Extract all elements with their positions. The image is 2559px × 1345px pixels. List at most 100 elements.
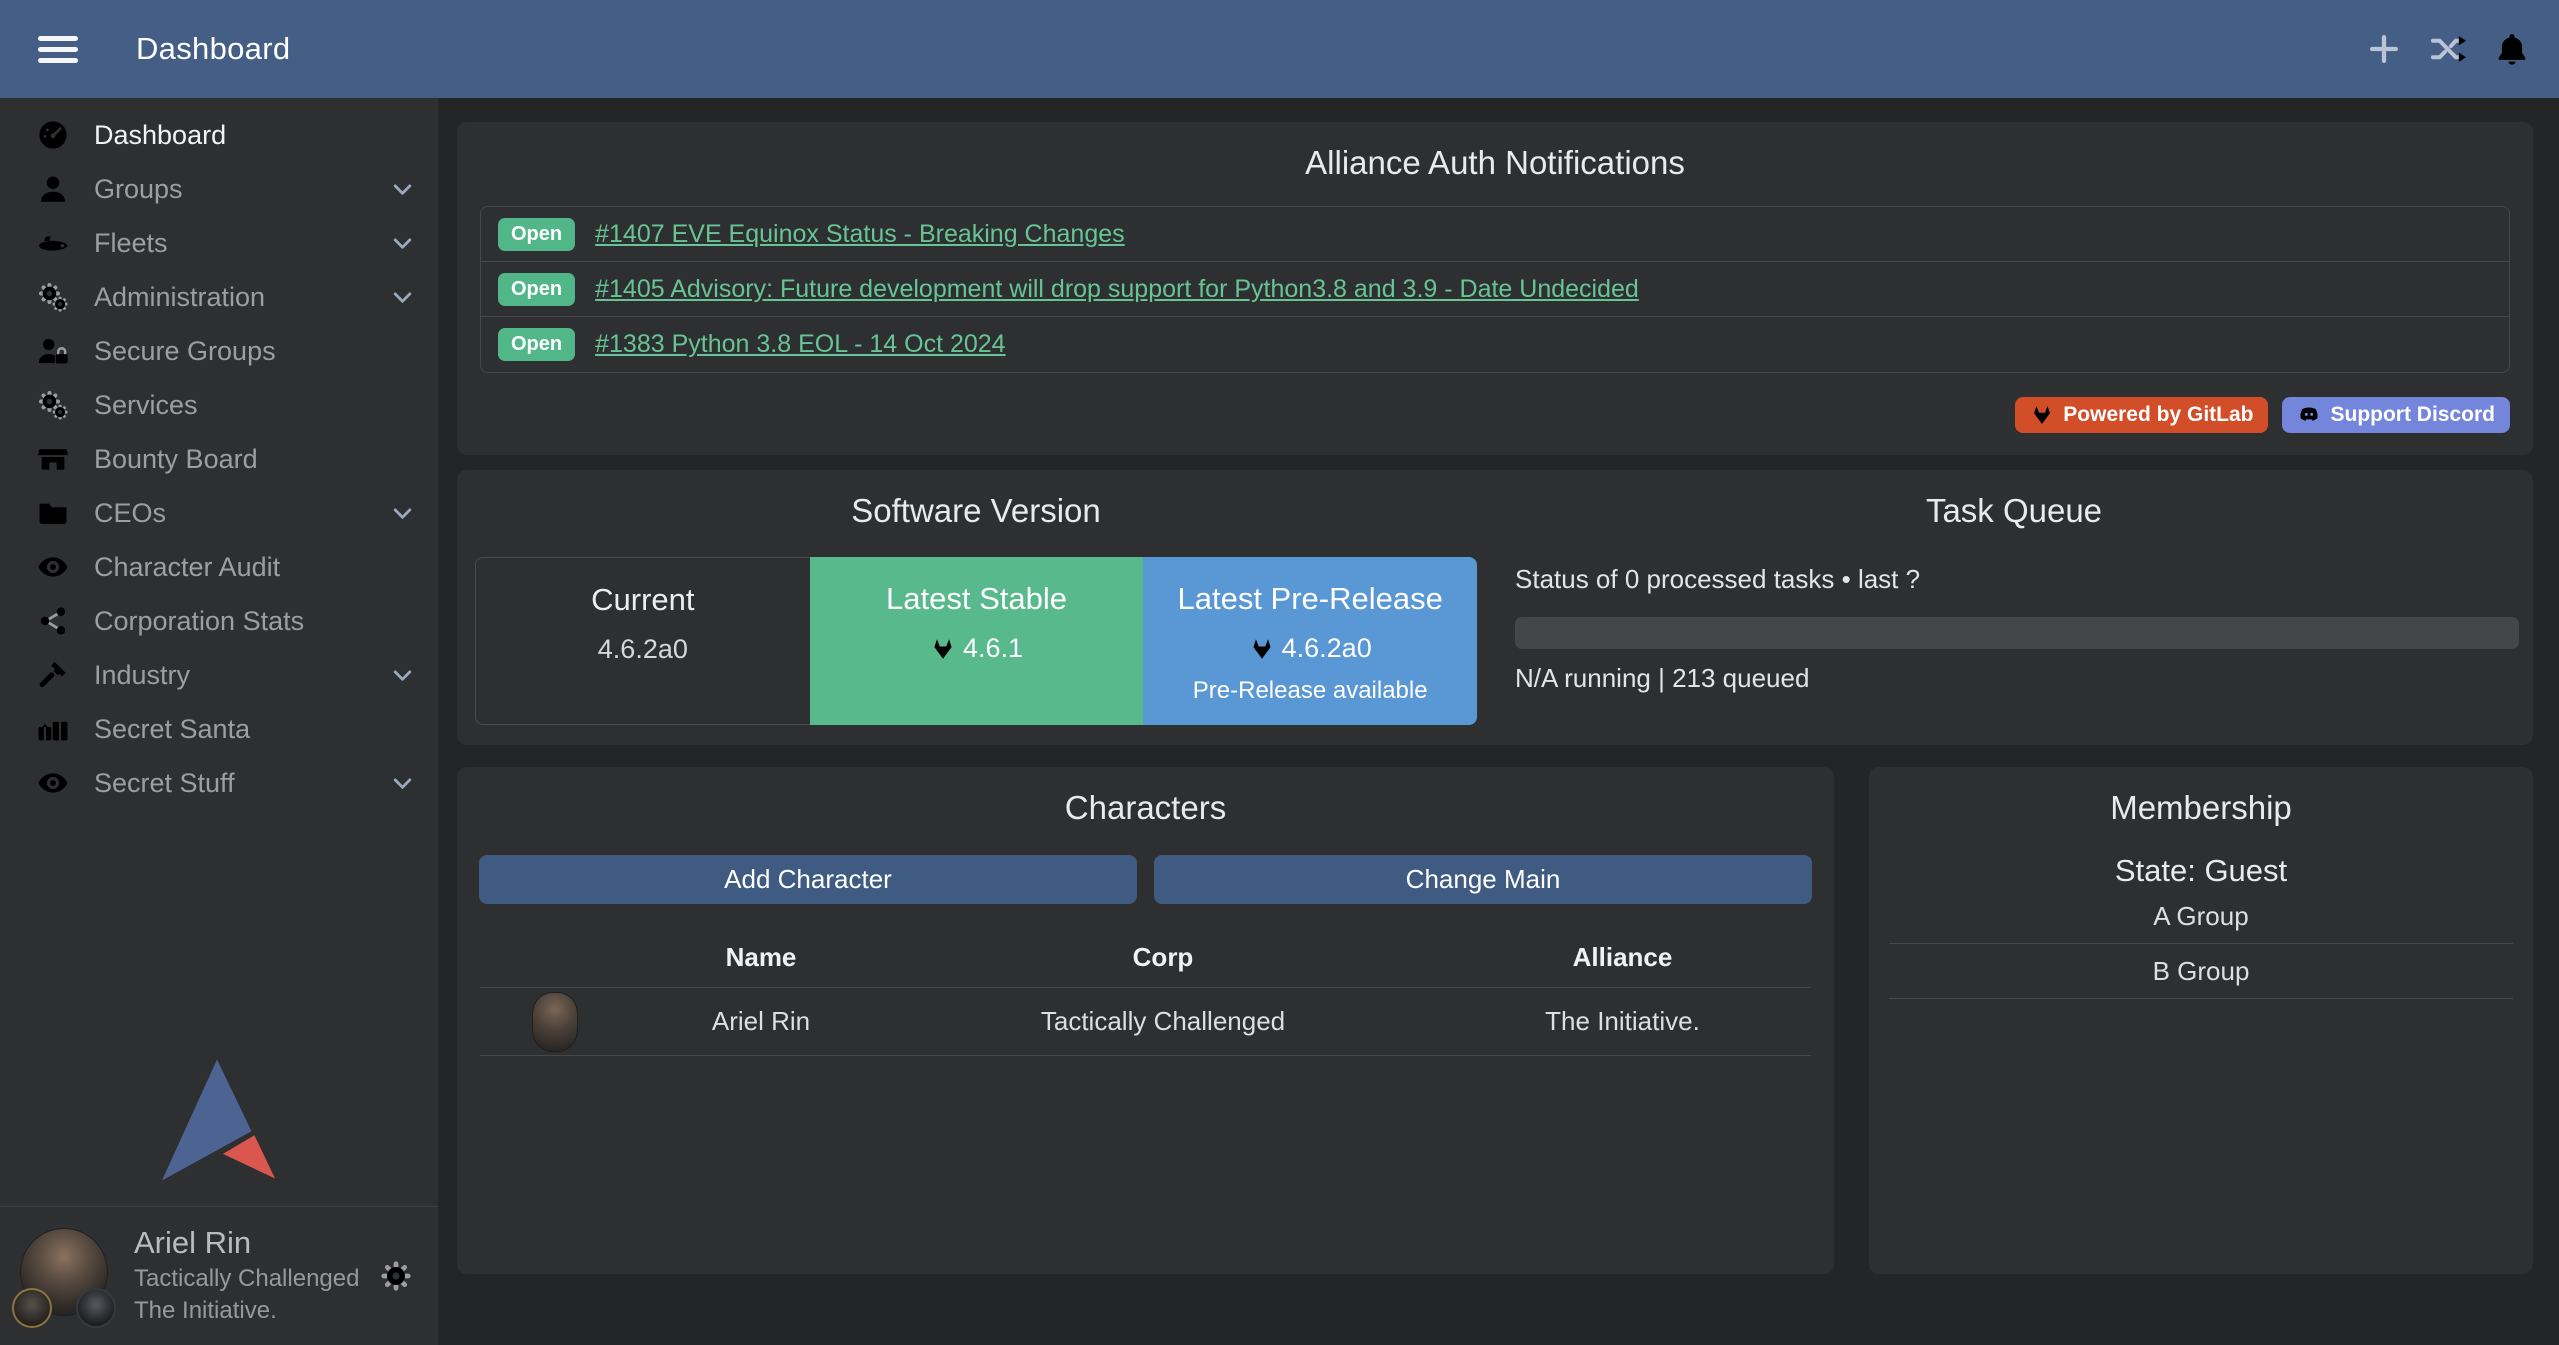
- menu-toggle-icon[interactable]: [38, 30, 78, 69]
- corporation-logo: [12, 1288, 52, 1328]
- notification-row: Open #1383 Python 3.8 EOL - 14 Oct 2024: [481, 317, 2509, 372]
- column-header-alliance: Alliance: [1434, 942, 1811, 973]
- sidebar-item-character-audit[interactable]: Character Audit: [0, 540, 438, 594]
- discord-badge[interactable]: Support Discord: [2282, 397, 2510, 433]
- gitlab-icon: [2030, 403, 2054, 427]
- notifications-title: Alliance Auth Notifications: [457, 122, 2533, 182]
- software-version-title: Software Version: [457, 470, 1495, 530]
- eye-icon: [36, 766, 70, 800]
- characters-panel: Characters Add Character Change Main Nam…: [457, 767, 1834, 1274]
- sidebar-item-secret-santa[interactable]: Secret Santa: [0, 702, 438, 756]
- notifications-panel: Alliance Auth Notifications Open #1407 E…: [457, 122, 2533, 455]
- notification-row: Open #1405 Advisory: Future development …: [481, 262, 2509, 317]
- character-alliance: The Initiative.: [1434, 1006, 1811, 1037]
- characters-table: Name Corp Alliance Ariel Rin Tactically …: [480, 928, 1811, 1056]
- current-version-value: 4.6.2a0: [598, 634, 688, 665]
- sidebar: Dashboard Groups Fleets Administration: [0, 98, 438, 1345]
- character-row: Ariel Rin Tactically Challenged The Init…: [480, 988, 1811, 1056]
- column-header-name: Name: [630, 942, 892, 973]
- character-name: Ariel Rin: [630, 1006, 892, 1037]
- version-taskqueue-panel: Software Version Current 4.6.2a0 Latest …: [457, 470, 2533, 745]
- membership-state: State: Guest: [1869, 853, 2533, 889]
- task-queue-status: Status of 0 processed tasks • last ?: [1515, 564, 2519, 595]
- prerelease-note: Pre-Release available: [1143, 677, 1477, 705]
- version-card-label: Latest Pre-Release: [1143, 581, 1477, 617]
- gitlab-icon: [930, 636, 956, 662]
- status-badge: Open: [498, 273, 575, 306]
- change-main-button[interactable]: Change Main: [1154, 855, 1812, 904]
- status-badge: Open: [498, 218, 575, 251]
- gears-icon: [36, 280, 70, 314]
- task-queue-title: Task Queue: [1495, 470, 2533, 530]
- sidebar-item-label: Dashboard: [94, 120, 416, 151]
- gifts-icon: [36, 712, 70, 746]
- sidebar-item-dashboard[interactable]: Dashboard: [0, 108, 438, 162]
- version-card-stable: Latest Stable 4.6.1: [810, 557, 1144, 725]
- notification-link[interactable]: #1405 Advisory: Future development will …: [595, 275, 1639, 304]
- sidebar-item-services[interactable]: Services: [0, 378, 438, 432]
- membership-group: B Group: [1889, 944, 2513, 999]
- sidebar-item-label: Bounty Board: [94, 444, 416, 475]
- sidebar-item-bounty-board[interactable]: Bounty Board: [0, 432, 438, 486]
- character-portrait: [532, 992, 578, 1052]
- sidebar-item-label: Secret Stuff: [94, 768, 389, 799]
- sidebar-item-fleets[interactable]: Fleets: [0, 216, 438, 270]
- version-card-label: Latest Stable: [810, 581, 1144, 617]
- hammer-icon: [36, 658, 70, 692]
- top-navbar: Dashboard: [0, 0, 2559, 98]
- chevron-down-icon: [389, 230, 416, 257]
- column-header-corp: Corp: [892, 942, 1434, 973]
- chevron-down-icon: [389, 770, 416, 797]
- gauge-icon: [36, 118, 70, 152]
- add-icon[interactable]: [2365, 30, 2403, 68]
- user-corporation: Tactically Challenged: [134, 1263, 359, 1295]
- eye-icon: [36, 550, 70, 584]
- notification-link[interactable]: #1407 EVE Equinox Status - Breaking Chan…: [595, 220, 1125, 249]
- sidebar-item-groups[interactable]: Groups: [0, 162, 438, 216]
- software-version-section: Software Version Current 4.6.2a0 Latest …: [457, 470, 1495, 745]
- characters-title: Characters: [457, 767, 1834, 827]
- gitlab-badge-label: Powered by GitLab: [2063, 403, 2253, 427]
- characters-table-header: Name Corp Alliance: [480, 928, 1811, 988]
- add-character-button[interactable]: Add Character: [479, 855, 1137, 904]
- sidebar-item-label: Character Audit: [94, 552, 416, 583]
- sidebar-item-label: Administration: [94, 282, 389, 313]
- status-badge: Open: [498, 328, 575, 361]
- sidebar-item-administration[interactable]: Administration: [0, 270, 438, 324]
- shop-icon: [36, 442, 70, 476]
- notification-link[interactable]: #1383 Python 3.8 EOL - 14 Oct 2024: [595, 330, 1005, 359]
- shuffle-icon[interactable]: [2429, 30, 2467, 68]
- sidebar-item-secure-groups[interactable]: Secure Groups: [0, 324, 438, 378]
- alliance-logo: [76, 1288, 116, 1328]
- user-panel[interactable]: Ariel Rin Tactically Challenged The Init…: [0, 1207, 438, 1345]
- character-corp: Tactically Challenged: [892, 1006, 1434, 1037]
- sidebar-item-industry[interactable]: Industry: [0, 648, 438, 702]
- alliance-auth-app: Dashboard Dashboard Groups Flee: [0, 0, 2559, 1345]
- discord-icon: [2297, 403, 2321, 427]
- stable-version-value: 4.6.1: [963, 633, 1023, 664]
- sidebar-item-secret-stuff[interactable]: Secret Stuff: [0, 756, 438, 810]
- sidebar-nav: Dashboard Groups Fleets Administration: [0, 98, 438, 810]
- navbar-actions: [2365, 30, 2531, 68]
- sidebar-item-label: Groups: [94, 174, 389, 205]
- notification-bell-icon[interactable]: [2493, 30, 2531, 68]
- sidebar-item-label: Fleets: [94, 228, 389, 259]
- gitlab-badge[interactable]: Powered by GitLab: [2015, 397, 2268, 433]
- discord-badge-label: Support Discord: [2330, 403, 2495, 427]
- sidebar-item-label: Corporation Stats: [94, 606, 416, 637]
- chevron-down-icon: [389, 284, 416, 311]
- sidebar-item-corporation-stats[interactable]: Corporation Stats: [0, 594, 438, 648]
- chevron-down-icon: [389, 500, 416, 527]
- main-content: Alliance Auth Notifications Open #1407 E…: [438, 98, 2559, 1345]
- sidebar-item-label: Services: [94, 390, 416, 421]
- folder-icon: [36, 496, 70, 530]
- membership-group: A Group: [1889, 889, 2513, 944]
- notification-row: Open #1407 EVE Equinox Status - Breaking…: [481, 207, 2509, 262]
- shuttle-icon: [36, 226, 70, 260]
- version-card-prerelease: Latest Pre-Release 4.6.2a0 Pre-Release a…: [1143, 557, 1477, 725]
- sidebar-item-label: Secure Groups: [94, 336, 416, 367]
- sidebar-item-label: CEOs: [94, 498, 389, 529]
- settings-gear-icon[interactable]: [378, 1258, 414, 1294]
- sidebar-item-ceos[interactable]: CEOs: [0, 486, 438, 540]
- task-queue-section: Task Queue Status of 0 processed tasks •…: [1495, 470, 2533, 745]
